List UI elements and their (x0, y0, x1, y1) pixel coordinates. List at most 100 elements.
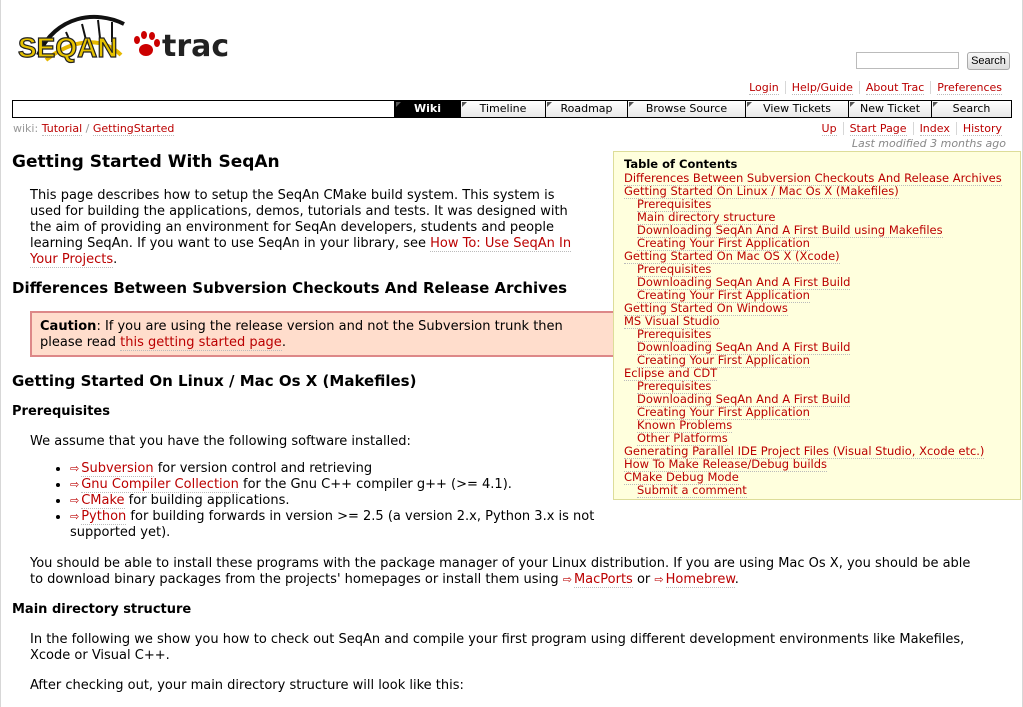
caution-box: Caution: If you are using the release ve… (30, 311, 622, 357)
nav-corner-icon (629, 102, 634, 107)
external-link-icon: ⇨ (562, 573, 572, 586)
nav-browse-source[interactable]: Browse Source (627, 101, 745, 117)
heading-main-directory: Main directory structure (12, 602, 192, 617)
caution-label: Caution (40, 319, 97, 334)
toc-title: Table of Contents (624, 157, 738, 171)
nav-roadmap-label: Roadmap (560, 102, 613, 115)
nav-corner-icon (747, 102, 752, 107)
gcc-link[interactable]: Gnu Compiler Collection (81, 477, 239, 493)
about-trac-link[interactable]: About Trac (865, 81, 925, 95)
intro-line: learning SeqAn. If you want to use SeqAn… (30, 236, 431, 251)
last-modified: Last modified 3 months ago (851, 137, 1006, 150)
intro-end: . (113, 252, 118, 267)
breadcrumb-tutorial[interactable]: Tutorial (41, 122, 83, 136)
up-link[interactable]: Up (821, 122, 837, 136)
nav-browse-source-label: Browse Source (645, 102, 728, 115)
toc-item: Submit a comment (624, 483, 1010, 498)
caution-text: : If you are using the release version a… (96, 319, 563, 334)
software-desc: for building applications. (124, 493, 290, 508)
maindir-line: Xcode or Visual C++. (30, 648, 170, 663)
meta-navigation: Login Help/Guide About Trac Preferences (743, 81, 1008, 95)
subversion-link[interactable]: Subversion (81, 461, 154, 477)
history-link[interactable]: History (962, 122, 1002, 136)
help-guide-link[interactable]: Help/Guide (791, 81, 853, 95)
cmake-link[interactable]: CMake (81, 493, 125, 509)
heading-differences: Differences Between Subversion Checkouts… (12, 279, 568, 297)
after-checkout-text: After checking out, your main directory … (30, 678, 464, 693)
use-seqan-link-cont[interactable]: Your Projects (30, 252, 114, 268)
install-end: . (734, 572, 739, 587)
nav-new-ticket[interactable]: New Ticket (848, 101, 931, 117)
nav-wiki[interactable]: Wiki (394, 101, 460, 117)
nav-spacer (13, 101, 394, 117)
nav-roadmap[interactable]: Roadmap (545, 101, 627, 117)
list-item: ⇨CMake for building applications. (70, 493, 612, 509)
breadcrumb-separator: / (85, 122, 90, 135)
seqan-trac-logo[interactable]: SEQAN trac (16, 10, 231, 70)
breadcrumb-gettingstarted[interactable]: GettingStarted (92, 122, 175, 136)
external-link-icon: ⇨ (70, 494, 80, 507)
paw-icon (134, 31, 160, 56)
toc-list: Differences Between Subversion Checkouts… (624, 171, 1010, 498)
table-of-contents: Table of Contents Differences Between Su… (613, 151, 1021, 500)
software-desc: for the Gnu C++ compiler g++ (>= 4.1). (238, 477, 512, 492)
login-link[interactable]: Login (749, 81, 779, 95)
context-navigation: Up Start Page Index History (816, 122, 1008, 136)
software-desc: for building forwards in version >= 2.5 … (70, 509, 595, 540)
external-link-icon: ⇨ (70, 462, 80, 475)
nav-view-tickets[interactable]: View Tickets (745, 101, 848, 117)
prereq-text: We assume that you have the following so… (30, 434, 411, 449)
install-line: to download binary packages from the pro… (30, 572, 563, 587)
index-link[interactable]: Index (919, 122, 950, 136)
external-link-icon: ⇨ (654, 573, 664, 586)
logo-seqan-text: SEQAN (18, 32, 118, 63)
list-item: ⇨Gnu Compiler Collection for the Gnu C++… (70, 477, 612, 493)
nav-search-label: Search (952, 102, 991, 115)
nav-timeline[interactable]: Timeline (460, 101, 545, 117)
preferences-link[interactable]: Preferences (937, 81, 1002, 95)
getting-started-page-link[interactable]: this getting started page (120, 335, 282, 351)
heading-linux: Getting Started On Linux / Mac Os X (Mak… (12, 372, 417, 390)
external-link-icon: ⇨ (70, 478, 80, 491)
nav-corner-icon (396, 102, 401, 107)
intro-line: This page describes how to setup the Seq… (30, 188, 555, 203)
maindir-line: In the following we show you how to chec… (30, 632, 965, 647)
nav-corner-icon (547, 102, 552, 107)
intro-line: the aim of providing an environment for … (30, 220, 554, 235)
list-item: ⇨Subversion for version control and retr… (70, 461, 612, 477)
intro-paragraph: This page describes how to setup the Seq… (30, 188, 610, 268)
nav-wiki-label: Wiki (414, 102, 441, 115)
search-input[interactable] (856, 52, 959, 69)
caution-text: please read (40, 335, 121, 350)
external-link-icon: ⇨ (70, 510, 80, 523)
software-list: ⇨Subversion for version control and retr… (52, 461, 612, 541)
nav-timeline-label: Timeline (479, 102, 527, 115)
use-seqan-link[interactable]: How To: Use SeqAn In (430, 236, 572, 252)
nav-search[interactable]: Search (931, 101, 1011, 117)
main-navigation: Wiki Timeline Roadmap Browse Source View… (12, 100, 1012, 118)
software-desc: for version control and retrieving (153, 461, 373, 476)
homebrew-link[interactable]: Homebrew (665, 572, 735, 588)
logo-trac-text: trac (162, 29, 229, 64)
breadcrumb: wiki: Tutorial / GettingStarted (13, 122, 175, 136)
install-paragraph: You should be able to install these prog… (30, 556, 1020, 588)
start-page-link[interactable]: Start Page (849, 122, 907, 136)
nav-new-ticket-label: New Ticket (859, 102, 921, 115)
nav-view-tickets-label: View Tickets (763, 102, 831, 115)
install-or: or (632, 572, 655, 587)
nav-corner-icon (850, 102, 855, 107)
intro-line: used for building the applications, demo… (30, 204, 568, 219)
caution-end: . (281, 335, 286, 350)
search-button[interactable]: Search (967, 52, 1010, 70)
nav-corner-icon (933, 102, 938, 107)
maindir-paragraph: In the following we show you how to chec… (30, 632, 1020, 664)
install-line: You should be able to install these prog… (30, 556, 971, 571)
toc-link[interactable]: Submit a comment (637, 483, 747, 498)
python-link[interactable]: Python (81, 509, 127, 525)
macports-link[interactable]: MacPorts (573, 572, 633, 588)
breadcrumb-prefix: wiki: (13, 122, 39, 135)
nav-corner-icon (462, 102, 467, 107)
list-item: ⇨Python for building forwards in version… (70, 509, 612, 541)
heading-prerequisites: Prerequisites (12, 404, 110, 419)
page-title: Getting Started With SeqAn (12, 152, 280, 172)
